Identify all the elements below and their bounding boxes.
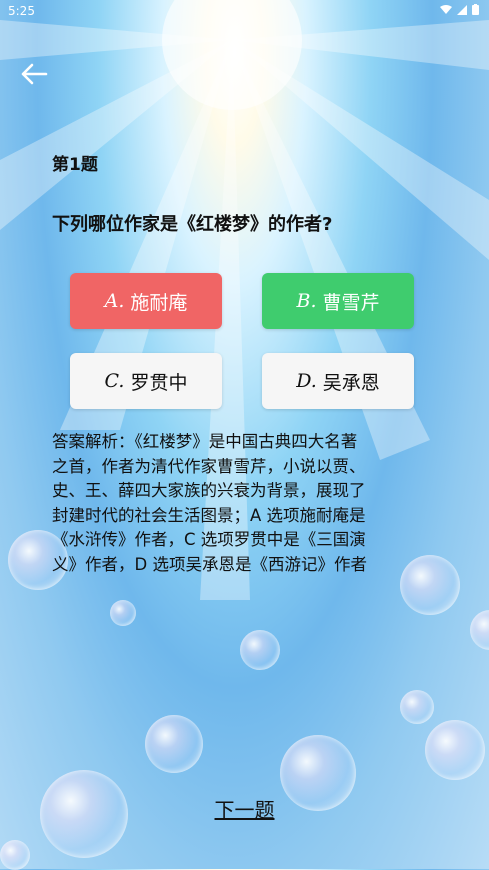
option-letter: B. [296, 290, 317, 312]
option-letter: C. [104, 370, 125, 392]
analysis-line: 史、王、薛四大家族的兴衰为背景，展现了 [52, 481, 366, 500]
option-text: 曹雪芹 [322, 291, 380, 314]
analysis-line: 之首，作者为清代作家曹雪芹，小说以贾、 [52, 456, 366, 476]
decorative-bubble [110, 600, 136, 626]
next-question-button[interactable]: 下一题 [0, 794, 489, 823]
status-icons [440, 4, 479, 15]
decorative-bubble [240, 630, 280, 670]
decorative-bubble [425, 720, 485, 780]
arrow-left-icon [21, 63, 48, 85]
option-a-button[interactable]: A. 施耐庵 [70, 273, 222, 329]
option-letter: A. [104, 290, 125, 312]
decorative-bubble [470, 610, 489, 650]
option-c-button[interactable]: C. 罗贯中 [70, 353, 222, 409]
option-text: 吴承恩 [322, 371, 380, 394]
status-time: 5:25 [8, 4, 35, 18]
decorative-bubble [0, 840, 30, 870]
decorative-bubble [145, 715, 203, 773]
signal-icon [457, 4, 467, 15]
option-d-button[interactable]: D. 吴承恩 [262, 353, 414, 409]
back-button[interactable] [16, 60, 52, 88]
answer-analysis: 答案解析：《红楼梦》是中国古典四大名著 之首，作者为清代作家曹雪芹，小说以贾、 … [52, 430, 424, 577]
option-letter: D. [296, 370, 317, 392]
option-b-button[interactable]: B. 曹雪芹 [262, 273, 414, 329]
analysis-line: 封建时代的社会生活图景；A 选项施耐庵是 [52, 505, 366, 525]
option-text: 施耐庵 [130, 291, 188, 314]
battery-icon [472, 4, 479, 15]
question-text: 下列哪位作家是《红楼梦》的作者? [52, 214, 333, 235]
analysis-line: 义》作者，D 选项吴承恩是《西游记》作者 [52, 554, 367, 574]
analysis-line: 答案解析：《红楼梦》是中国古典四大名著 [52, 432, 358, 451]
decorative-bubble [400, 690, 434, 724]
wifi-icon [440, 4, 452, 14]
question-number: 第1题 [52, 155, 98, 175]
option-text: 罗贯中 [130, 371, 188, 394]
analysis-line: 《水浒传》作者，C 选项罗贯中是《三国演 [52, 530, 366, 549]
status-bar: 5:25 [0, 0, 489, 22]
